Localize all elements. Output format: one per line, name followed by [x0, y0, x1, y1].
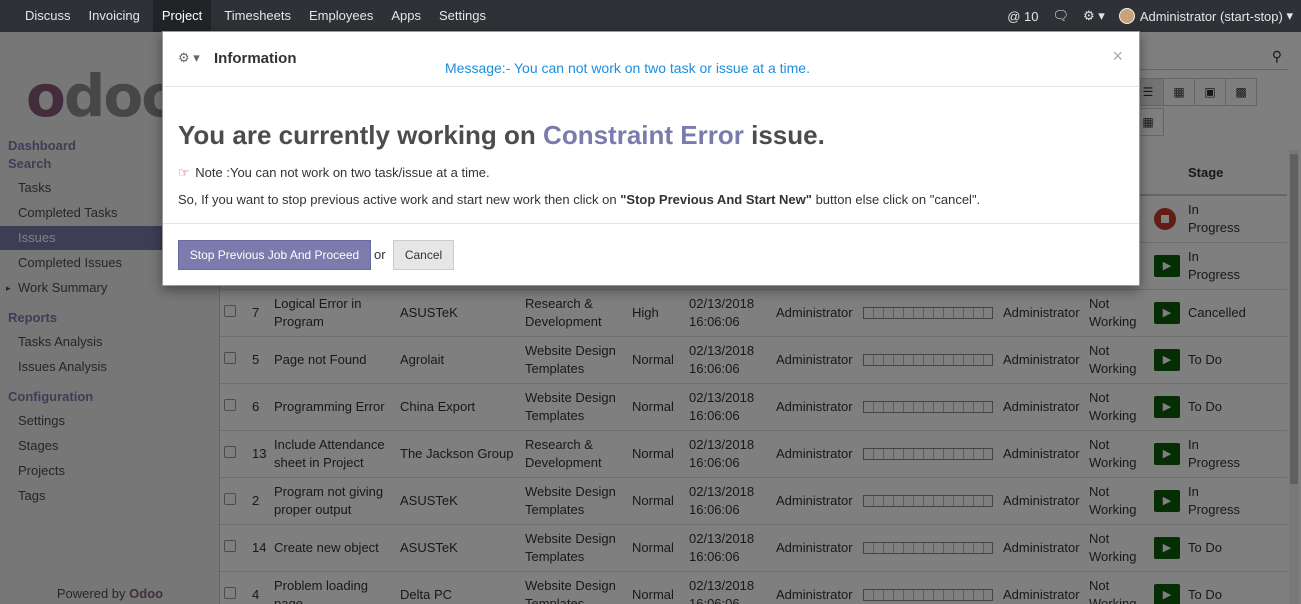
menu-timesheets[interactable]: Timesheets [215, 0, 300, 32]
hand-pointer-icon: ☞ [178, 165, 190, 180]
or-label: or [374, 247, 386, 262]
dialog-message: Message:- You can not work on two task o… [445, 60, 810, 76]
desc-suffix: button else click on "cancel". [815, 192, 981, 207]
menu-invoicing[interactable]: Invoicing [80, 0, 149, 32]
current-issue-name: Constraint Error [543, 120, 744, 150]
debug-bug-icon[interactable]: ⚙ ▾ [1083, 8, 1105, 24]
notification-count: 10 [1024, 8, 1039, 24]
debug-bug-icon[interactable]: ⚙ ▾ [178, 50, 200, 66]
dialog-footer: Stop Previous Job And Proceed or Cancel [163, 224, 1139, 286]
desc-prefix: So, If you want to stop previous active … [178, 192, 617, 207]
dialog-header: ⚙ ▾ Information Message:- You can not wo… [163, 32, 1139, 87]
heading-prefix: You are currently working on [178, 120, 536, 150]
menu-project[interactable]: Project [152, 0, 212, 32]
desc-bold: "Stop Previous And Start New" [620, 192, 812, 207]
close-icon[interactable]: × [1112, 46, 1123, 67]
menu-settings[interactable]: Settings [430, 0, 495, 32]
dialog-note: ☞ Note :You can not work on two task/iss… [178, 165, 490, 181]
information-dialog: ⚙ ▾ Information Message:- You can not wo… [162, 31, 1140, 286]
at-icon: @ [1007, 8, 1025, 24]
dialog-title: Information [214, 50, 297, 67]
menu-discuss[interactable]: Discuss [16, 0, 80, 32]
heading-suffix: issue. [751, 120, 825, 150]
top-navbar: Discuss Invoicing Project Timesheets Emp… [0, 0, 1301, 32]
note-text: Note :You can not work on two task/issue… [195, 165, 490, 180]
stop-previous-job-button[interactable]: Stop Previous Job And Proceed [178, 240, 371, 270]
user-menu[interactable]: Administrator (start-stop) ▾ [1118, 8, 1293, 24]
dialog-description: So, If you want to stop previous active … [178, 192, 980, 207]
dialog-body: You are currently working on Constraint … [163, 87, 1139, 224]
mentions-button[interactable]: @ 10 [1007, 9, 1038, 24]
avatar [1118, 8, 1135, 24]
user-name: Administrator (start-stop) [1139, 8, 1283, 24]
navbar-right: @ 10 🗨 ⚙ ▾ Administrator (start-stop) ▾ [993, 0, 1293, 32]
menu-apps[interactable]: Apps [382, 0, 430, 32]
chat-icon[interactable]: 🗨 [1053, 8, 1070, 24]
dialog-heading: You are currently working on Constraint … [178, 120, 825, 151]
cancel-button[interactable]: Cancel [393, 240, 454, 270]
app-menu: Discuss Invoicing Project Timesheets Emp… [0, 0, 495, 32]
menu-employees[interactable]: Employees [300, 0, 382, 32]
